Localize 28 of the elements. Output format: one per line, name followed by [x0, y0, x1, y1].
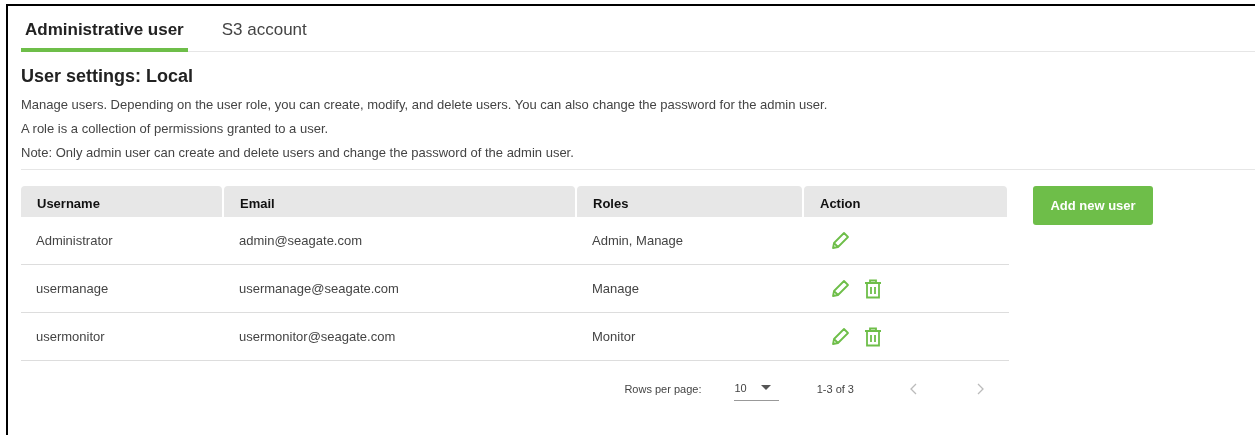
table-cell-text: Administrator [35, 233, 114, 248]
description-text: Note: Only admin user can create and delete users and change the password of the admin user. [21, 145, 575, 160]
delete-icon[interactable] [864, 278, 882, 299]
table-cell-text: usermanage [35, 281, 110, 296]
table-cell-text: Manage [591, 281, 640, 296]
page-range: 1-3 of 3 [816, 383, 854, 395]
edit-icon[interactable] [830, 278, 850, 299]
table-cell-text: Admin, Manage [591, 233, 685, 248]
table-cell-text: admin@seagate.com [238, 233, 364, 248]
table-cell-text: usermanage@seagate.com [238, 281, 400, 296]
table-cell-text: Monitor [591, 329, 637, 344]
rows-per-page-select[interactable]: 10 [734, 377, 779, 401]
table-cell-text: usermonitor [35, 329, 106, 344]
tab[interactable]: S3 account [217, 6, 311, 52]
table-cell-text: usermonitor@seagate.com [238, 329, 397, 344]
edit-icon[interactable] [830, 326, 850, 347]
rows-per-page-label: Rows per page: [624, 383, 702, 395]
column-header: Username [21, 186, 222, 217]
column-header: Action [804, 186, 1007, 217]
column-header: Roles [577, 186, 802, 217]
column-header: Email [224, 186, 575, 217]
description-text: A role is a collection of permissions granted to a user. [21, 121, 330, 136]
dropdown-caret-icon [760, 385, 771, 390]
description-text: Manage users. Depending on the user role, you can create, modify, and delete users. You can also change the password for the admin user. [21, 97, 829, 112]
page-heading: User settings: Local [21, 66, 195, 87]
delete-icon[interactable] [864, 326, 882, 347]
edit-icon[interactable] [830, 230, 850, 251]
tab[interactable]: Administrative user [21, 6, 188, 52]
